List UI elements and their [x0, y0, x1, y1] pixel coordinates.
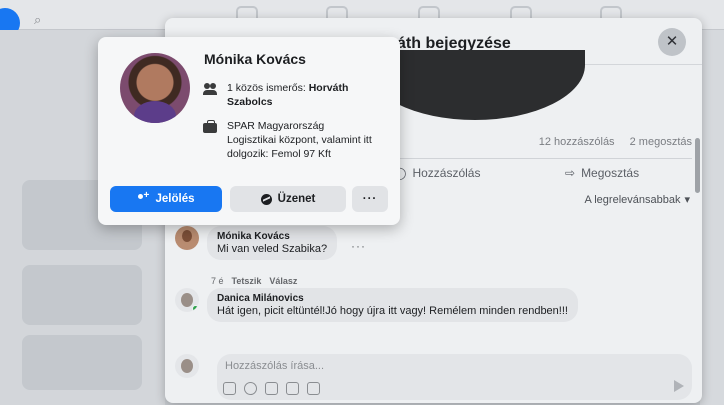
share-count[interactable]: 2 megosztás: [630, 136, 692, 148]
comment-count[interactable]: 12 hozzászólás: [539, 136, 615, 148]
share-action-label: Megosztás: [581, 166, 640, 180]
screen-frame: ⌕ áth bejegyzése ✕ 12 hozzászólás 2 mego…: [0, 0, 724, 405]
comment-action-button[interactable]: ◯ Hozzászólás: [393, 166, 480, 180]
comment-text: Mi van veled Szabika?: [217, 243, 328, 255]
avatar-sticker-icon[interactable]: [307, 382, 320, 395]
comment-author[interactable]: Danica Milánovics: [217, 293, 568, 304]
online-status-dot: [192, 305, 199, 312]
comment-meta: 7 é Tetszik Válasz: [211, 276, 297, 286]
camera-icon[interactable]: [265, 382, 278, 395]
profile-avatar[interactable]: [120, 53, 190, 123]
comment-text: Hát igen, picit eltüntél!Jó hogy újra it…: [217, 305, 568, 317]
close-icon[interactable]: ✕: [658, 28, 686, 56]
comment-sort-dropdown[interactable]: A legrelevánsabbak ▾: [584, 193, 690, 207]
gif-icon[interactable]: [286, 382, 299, 395]
caret-down-icon: ▾: [684, 194, 690, 206]
mutual-prefix: 1 közös ismerős:: [227, 82, 309, 94]
friends-icon: [203, 82, 217, 96]
add-friend-label: Jelölés: [155, 193, 195, 205]
profile-hover-card: Mónika Kovács 1 közös ismerős: Horváth S…: [98, 37, 400, 225]
add-friend-button[interactable]: Jelölés: [110, 186, 222, 212]
sticker-icon[interactable]: [223, 382, 236, 395]
comment-composer: [175, 354, 692, 400]
comment-author[interactable]: Mónika Kovács: [217, 231, 327, 242]
profile-name[interactable]: Mónika Kovács: [204, 51, 306, 67]
like-link[interactable]: Tetszik: [232, 276, 262, 286]
work-row: SPAR Magyarország Logisztikai központ, v…: [203, 119, 372, 161]
comment-bubble: Mónika Kovács Mi van veled Szabika?: [207, 226, 338, 260]
background-card: [22, 265, 142, 325]
composer-tools: [223, 382, 320, 395]
avatar[interactable]: [175, 354, 199, 378]
reply-link[interactable]: Válasz: [269, 276, 297, 286]
comment-input-box[interactable]: [217, 354, 692, 400]
messenger-icon: [260, 193, 272, 205]
work-text: SPAR Magyarország Logisztikai központ, v…: [227, 120, 372, 160]
sort-label: A legrelevánsabbak: [584, 193, 681, 206]
share-action-button[interactable]: ⇨ Megosztás: [565, 166, 639, 180]
comment-item: Mónika Kovács Mi van veled Szabika? ···: [175, 226, 365, 260]
comment-bubble: Danica Milánovics Hát igen, picit eltünt…: [207, 288, 578, 322]
mutual-friends-text: 1 közös ismerős: Horváth Szabolcs: [227, 81, 372, 109]
comment-input[interactable]: [225, 360, 525, 372]
scrollbar-thumb[interactable]: [695, 138, 700, 193]
comment-action-label: Hozzászólás: [412, 166, 481, 180]
briefcase-icon: [203, 120, 217, 134]
background-card: [22, 335, 142, 390]
avatar[interactable]: [175, 288, 199, 312]
mutual-friends-row: 1 közös ismerős: Horváth Szabolcs: [203, 81, 372, 109]
message-button[interactable]: Üzenet: [230, 186, 346, 212]
comment-time[interactable]: 7 é: [211, 276, 224, 286]
send-icon[interactable]: [674, 380, 684, 392]
message-label: Üzenet: [277, 193, 316, 205]
share-arrow-icon: ⇨: [565, 166, 576, 180]
post-stats: 12 hozzászólás 2 megosztás: [527, 136, 692, 148]
add-user-icon: [137, 190, 150, 204]
avatar[interactable]: [175, 226, 199, 250]
comment-item: Danica Milánovics Hát igen, picit eltünt…: [175, 288, 578, 322]
comment-options-icon[interactable]: ···: [351, 239, 366, 253]
feed-background-right: [700, 30, 724, 405]
emoji-icon[interactable]: [244, 382, 257, 395]
more-options-button[interactable]: ···: [352, 186, 388, 212]
search-icon[interactable]: ⌕: [34, 12, 50, 28]
